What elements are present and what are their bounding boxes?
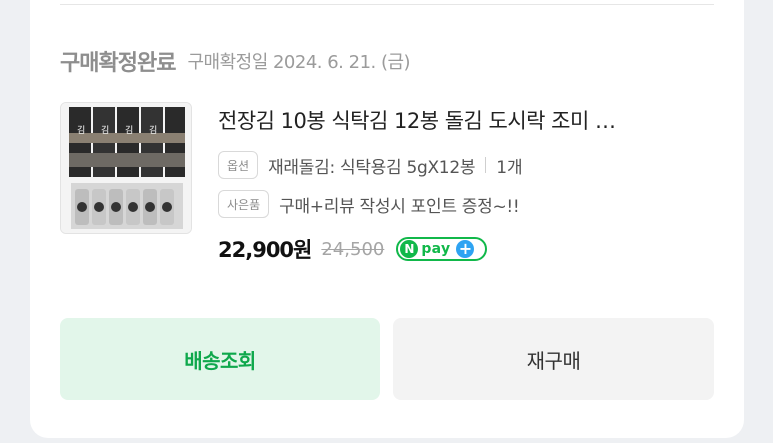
order-status-row: 구매확정완료 구매확정일 2024. 6. 21. (금) bbox=[60, 44, 411, 78]
npay-text: pay bbox=[421, 241, 451, 257]
plus-icon: + bbox=[456, 240, 475, 258]
gift-tag: 사은품 bbox=[218, 190, 270, 218]
option-row: 옵션 재래돌김: 식탁용김 5gX12봉 1개 bbox=[218, 149, 718, 181]
svg-text:김: 김 bbox=[77, 124, 85, 136]
product-thumbnail[interactable]: 김 김 김 김 bbox=[60, 102, 192, 234]
gift-text: 구매+리뷰 작성시 포인트 증정~!! bbox=[279, 196, 520, 217]
price-row: 22,900원 24,500 N pay + bbox=[218, 232, 718, 266]
original-price: 24,500 bbox=[321, 238, 385, 260]
quantity: 1개 bbox=[496, 157, 523, 178]
svg-text:김: 김 bbox=[125, 124, 133, 136]
divider bbox=[60, 4, 714, 5]
product-info: 전장김 10봉 식탁김 12봉 돌김 도시락 조미 … 옵션 재래돌김: 식탁용… bbox=[218, 104, 718, 266]
npay-plus-badge: N pay + bbox=[396, 237, 488, 261]
option-text: 재래돌김: 식탁용김 5gX12봉 bbox=[268, 157, 476, 178]
sale-price: 22,900원 bbox=[218, 238, 312, 262]
option-tag: 옵션 bbox=[218, 151, 259, 179]
seaweed-product-image: 김 김 김 김 bbox=[61, 103, 191, 233]
separator bbox=[485, 157, 487, 173]
gift-row: 사은품 구매+리뷰 작성시 포인트 증정~!! bbox=[218, 188, 718, 220]
npay-n-icon: N bbox=[400, 240, 419, 258]
order-status: 구매확정완료 bbox=[60, 51, 176, 76]
product-title[interactable]: 전장김 10봉 식탁김 12봉 돌김 도시락 조미 … bbox=[218, 104, 718, 138]
confirm-date: 구매확정일 2024. 6. 21. (금) bbox=[187, 52, 411, 73]
svg-text:김: 김 bbox=[149, 124, 157, 136]
rebuy-button[interactable]: 재구매 bbox=[393, 318, 714, 400]
track-delivery-button[interactable]: 배송조회 bbox=[60, 318, 380, 400]
svg-text:김: 김 bbox=[101, 124, 109, 136]
